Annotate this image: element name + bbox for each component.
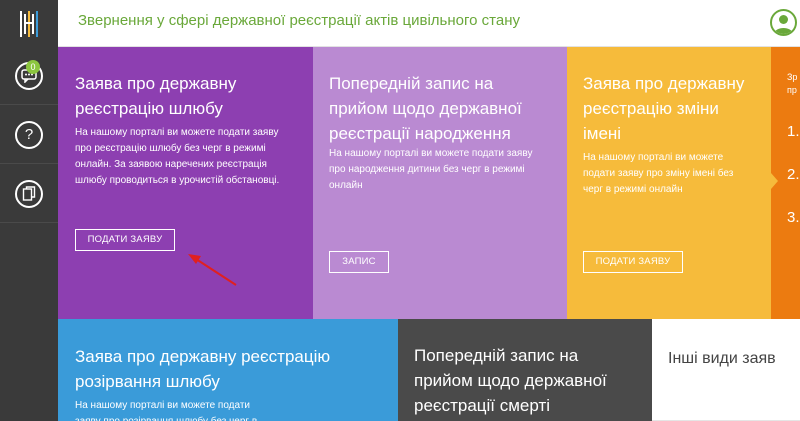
tile-death-title: Попередній запис на прийом щодо державно… <box>414 346 607 415</box>
sidebar: 0 ? <box>0 47 58 421</box>
orange-step-2: 2. <box>787 166 800 183</box>
tile-death-appointment[interactable]: Попередній запис на прийом щодо державно… <box>398 319 652 421</box>
tile-divorce-text: На нашому порталі ви можете подати заяву… <box>75 400 257 421</box>
tile-birth-text: На нашому порталі ви можете подати заяву… <box>329 148 533 191</box>
tile-birth-title: Попередній запис на прийом щодо державно… <box>329 74 522 143</box>
orange-tile-line2: пр <box>787 85 797 95</box>
chat-badge: 0 <box>26 60 40 74</box>
tile-divorce-application[interactable]: Заява про державну реєстрацію розірвання… <box>58 319 398 421</box>
submit-marriage-button[interactable]: ПОДАТИ ЗАЯВУ <box>75 229 175 251</box>
tile-other-title: Інші види заяв <box>668 350 776 367</box>
page-title: Звернення у сфері державної реєстрації а… <box>78 12 520 29</box>
tile-name-change-application[interactable]: Заява про державну реєстрацію зміни імен… <box>567 47 771 319</box>
top-header: Звернення у сфері державної реєстрації а… <box>0 0 800 47</box>
orange-step-1: 1. <box>787 123 800 140</box>
logo-icon <box>20 10 38 37</box>
orange-tile-line1: Зр <box>787 72 798 82</box>
submit-name-change-button[interactable]: ПОДАТИ ЗАЯВУ <box>583 251 683 273</box>
tile-birth-appointment[interactable]: Попередній запис на прийом щодо державно… <box>313 47 567 319</box>
help-icon: ? <box>15 120 43 149</box>
tile-name-change-text: На нашому порталі ви можете подати заяву… <box>583 152 734 195</box>
sidebar-item-help[interactable]: ? <box>0 106 58 164</box>
tile-marriage-application[interactable]: Заява про державну реєстрацію шлюбу На н… <box>58 47 313 319</box>
help-symbol: ? <box>24 126 34 143</box>
user-icon <box>774 15 793 34</box>
sidebar-item-documents[interactable] <box>0 165 58 223</box>
birth-appointment-button[interactable]: ЗАПИС <box>329 251 389 273</box>
tile-name-change-title: Заява про державну реєстрацію зміни імен… <box>583 74 745 143</box>
documents-icon <box>15 179 43 208</box>
app-root: Звернення у сфері державної реєстрації а… <box>0 0 800 421</box>
orange-tile-notch <box>771 173 778 189</box>
user-profile-button[interactable] <box>770 9 797 36</box>
tile-orange-partial[interactable]: Зр пр 1. 2. 3. <box>771 47 800 319</box>
orange-step-3: 3. <box>787 209 800 226</box>
logo[interactable] <box>0 0 58 47</box>
tile-marriage-text: На нашому порталі ви можете подати заяву… <box>75 127 280 186</box>
tile-divorce-title: Заява про державну реєстрацію розірвання… <box>75 347 331 391</box>
tile-other-applications[interactable]: Інші види заяв <box>652 319 800 421</box>
tile-marriage-title: Заява про державну реєстрацію шлюбу <box>75 74 237 118</box>
sidebar-item-chat[interactable]: 0 <box>0 47 58 105</box>
